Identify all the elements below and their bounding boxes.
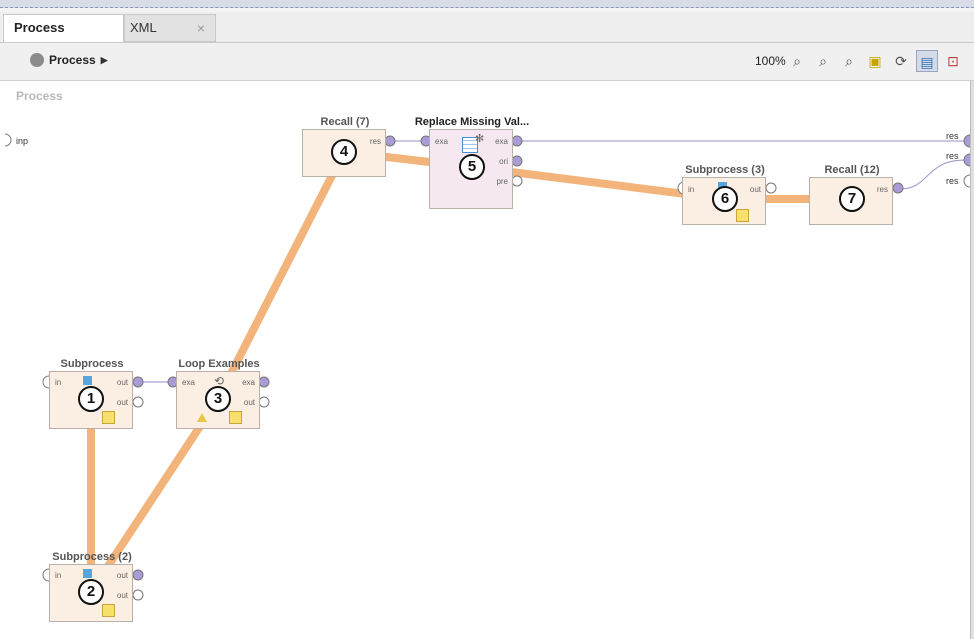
port-label: in [55, 378, 62, 387]
canvas-input-label: inp [16, 136, 29, 146]
port-label: ori [499, 157, 508, 166]
port-label: in [688, 185, 695, 194]
auto-wire-icon[interactable]: ⟳ [890, 50, 912, 72]
subprocess-icon [83, 376, 92, 385]
port-label: exa [242, 378, 255, 387]
right-panel-edge [970, 81, 974, 639]
operator-title: Recall (7) [320, 116, 370, 128]
tab-xml[interactable]: XML × [124, 14, 216, 42]
gear-icon: ✻ [475, 133, 485, 145]
execution-order-badge: 3 [205, 386, 231, 412]
note-icon [229, 411, 242, 424]
port-label: exa [435, 137, 448, 146]
chevron-right-icon: ▶ [100, 54, 108, 65]
close-icon[interactable]: × [197, 15, 205, 41]
zoom-reset-icon[interactable]: ⌕ [786, 50, 808, 72]
operator-title: Subprocess [60, 358, 124, 370]
port-label: out [116, 591, 128, 600]
tab-process[interactable]: Process [3, 14, 124, 42]
subprocess-icon [83, 569, 92, 578]
process-canvas[interactable]: Process inp res res res Subprocess in ou… [0, 81, 970, 639]
breadcrumb-label: Process [49, 53, 96, 67]
execution-order-badge: 1 [78, 386, 104, 412]
zoom-in-icon[interactable]: ⌕ [812, 50, 834, 72]
process-icon [30, 53, 44, 67]
port-label: in [55, 571, 62, 580]
show-order-icon[interactable]: ▤ [916, 50, 938, 72]
tab-process-label: Process [14, 20, 65, 35]
add-note-icon[interactable]: ▣ [864, 50, 886, 72]
execution-order-badge: 7 [839, 186, 865, 212]
execution-order-badge: 5 [459, 154, 485, 180]
operator-title: Loop Examples [178, 358, 260, 370]
process-toolbar: Process ▶ 100% ⌕ ⌕ ⌕ ▣ ⟳ ▤ ⊡ [0, 43, 974, 81]
canvas-output-label-3: res [946, 176, 959, 186]
execution-order-badge: 2 [78, 579, 104, 605]
canvas-output-label-1: res [946, 131, 959, 141]
port-label: out [116, 571, 128, 580]
port-label: res [369, 137, 381, 146]
zoom-level: 100% [755, 54, 786, 68]
execution-order-badge: 4 [331, 139, 357, 165]
port-label: exa [495, 137, 508, 146]
note-icon [736, 209, 749, 222]
breadcrumb[interactable]: Process ▶ [30, 53, 108, 67]
port-label: pre [496, 177, 508, 186]
operator-title: Replace Missing Val... [414, 116, 530, 128]
port-label: out [243, 398, 255, 407]
warning-icon [197, 413, 207, 422]
port-label: out [116, 398, 128, 407]
tab-bar: Process XML × [0, 12, 974, 43]
note-icon [102, 411, 115, 424]
operator-title: Subprocess (3) [685, 164, 765, 176]
tab-xml-label: XML [130, 20, 157, 35]
execution-order-badge: 6 [712, 186, 738, 212]
port-label: res [876, 185, 888, 194]
canvas-input-port[interactable] [4, 133, 12, 147]
operator-title: Subprocess (2) [52, 551, 132, 563]
port-label: exa [182, 378, 195, 387]
operator-title: Recall (12) [824, 164, 880, 176]
auto-fit-icon[interactable]: ⊡ [942, 50, 964, 72]
window-top-strip [0, 0, 974, 8]
port-label: out [116, 378, 128, 387]
canvas-output-label-2: res [946, 151, 959, 161]
port-label: out [749, 185, 761, 194]
note-icon [102, 604, 115, 617]
zoom-out-icon[interactable]: ⌕ [838, 50, 860, 72]
